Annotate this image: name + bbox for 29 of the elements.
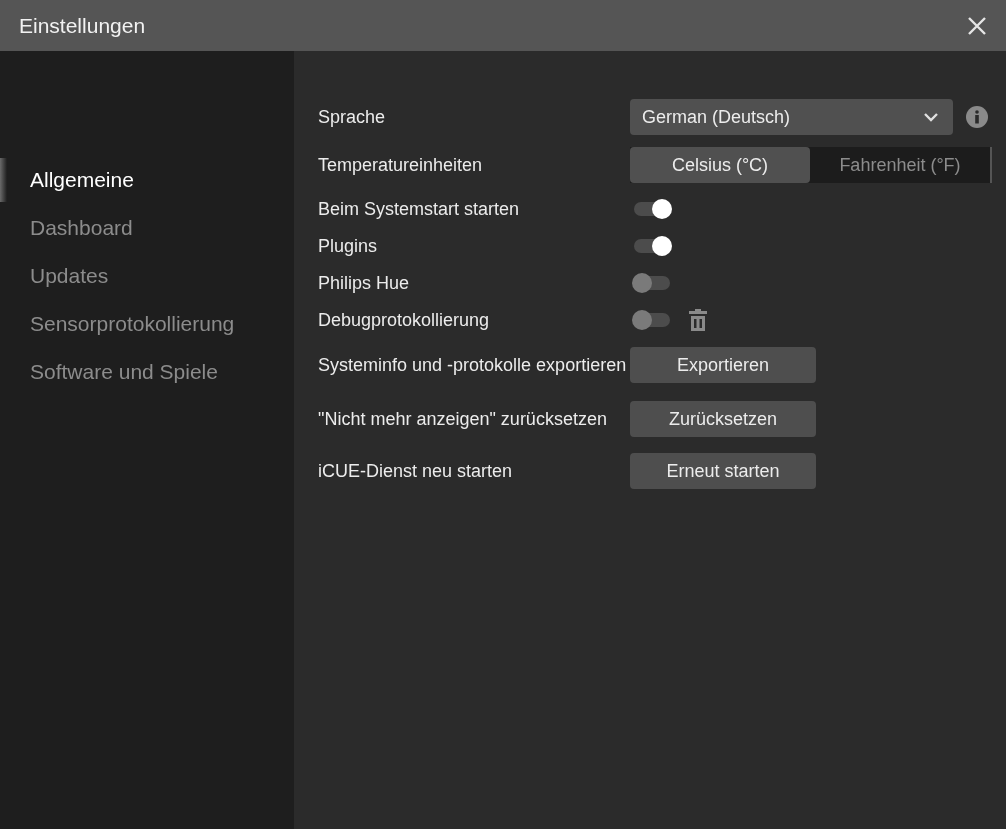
unit-option[interactable]: Fahrenheit (°F) — [810, 147, 990, 183]
close-icon[interactable] — [967, 15, 987, 36]
action-button[interactable]: Exportieren — [630, 347, 816, 383]
setting-label: Philips Hue — [318, 271, 411, 294]
toggle-switch[interactable] — [634, 201, 670, 216]
setting-label: iCUE-Dienst neu starten — [318, 460, 514, 482]
window-title: Einstellungen — [19, 13, 146, 38]
setting-label: Temperatureinheiten — [318, 154, 484, 176]
sidebar-item[interactable]: Allgemeine — [30, 168, 134, 192]
setting-label: Sprache — [318, 106, 387, 128]
action-button[interactable]: Zurücksetzen — [630, 401, 816, 437]
action-button[interactable]: Erneut starten — [630, 453, 816, 489]
setting-label: Systeminfo und -protokolle exportieren — [318, 354, 628, 376]
toggle-switch[interactable] — [634, 275, 670, 290]
toggle-switch[interactable] — [634, 312, 670, 327]
sidebar-item[interactable]: Updates — [30, 264, 109, 288]
setting-label: Plugins — [318, 234, 379, 257]
sidebar-item[interactable]: Dashboard — [30, 216, 133, 240]
setting-label: Debugprotokollierung — [318, 308, 491, 331]
info-icon[interactable] — [966, 106, 988, 128]
chevron-down-icon — [923, 112, 939, 122]
setting-label: Beim Systemstart starten — [318, 197, 521, 220]
unit-option[interactable]: Celsius (°C) — [630, 147, 810, 183]
sidebar-item[interactable]: Software und Spiele — [30, 360, 218, 384]
sidebar-item[interactable]: Sensorprotokollierung — [30, 312, 235, 336]
language-dropdown[interactable]: German (Deutsch) — [630, 99, 953, 135]
setting-label: "Nicht mehr anzeigen" zurücksetzen — [318, 408, 608, 430]
toggle-switch[interactable] — [634, 238, 670, 253]
trash-icon[interactable] — [688, 307, 708, 332]
